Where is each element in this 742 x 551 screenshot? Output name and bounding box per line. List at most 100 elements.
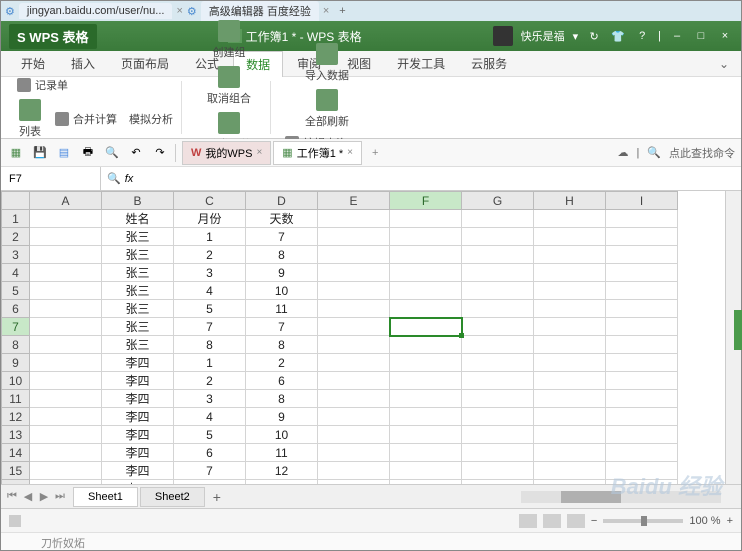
cell[interactable] [606, 444, 678, 462]
cell[interactable] [606, 282, 678, 300]
sheet-tab[interactable]: Sheet1 [73, 487, 138, 507]
cell[interactable] [318, 354, 390, 372]
cell[interactable]: 4 [174, 282, 246, 300]
side-tab[interactable] [734, 310, 742, 350]
cell[interactable] [390, 354, 462, 372]
refresh-all-button[interactable]: 全部刷新 [299, 87, 355, 131]
close-icon[interactable]: × [323, 5, 329, 17]
cell[interactable] [390, 480, 462, 485]
cell[interactable] [606, 480, 678, 485]
cell[interactable]: 12 [246, 462, 318, 480]
workbook-tab[interactable]: ▦ 工作簿1 * × [273, 141, 362, 165]
cell[interactable]: 8 [246, 336, 318, 354]
row-header[interactable]: 5 [2, 282, 30, 300]
cell[interactable] [606, 246, 678, 264]
open-button[interactable]: ▤ [55, 144, 73, 162]
cell[interactable]: 张三 [102, 246, 174, 264]
cell[interactable] [606, 426, 678, 444]
cell[interactable] [534, 372, 606, 390]
add-sheet-button[interactable]: + [205, 487, 229, 507]
menu-pagelayout[interactable]: 页面布局 [109, 51, 181, 76]
analyze-button[interactable]: 模拟分析 [125, 97, 177, 141]
cell[interactable]: 李四 [102, 462, 174, 480]
minimize-button[interactable]: – [669, 28, 685, 44]
cell[interactable] [534, 408, 606, 426]
cell[interactable] [30, 390, 102, 408]
cell[interactable]: 姓名 [102, 210, 174, 228]
cell[interactable] [390, 444, 462, 462]
cell[interactable] [534, 390, 606, 408]
cell[interactable] [30, 210, 102, 228]
cell-reference-box[interactable]: F7 [1, 167, 101, 190]
view-normal-button[interactable] [519, 514, 537, 528]
create-group-button[interactable]: 创建组 [207, 18, 252, 62]
add-tab-button[interactable]: + [364, 147, 386, 159]
cell[interactable]: 2 [246, 354, 318, 372]
cell[interactable] [30, 372, 102, 390]
cell[interactable]: 张三 [102, 318, 174, 336]
sync-icon[interactable]: ↻ [586, 28, 602, 44]
cell[interactable] [534, 246, 606, 264]
column-header[interactable]: F [390, 192, 462, 210]
cell[interactable] [318, 228, 390, 246]
cell[interactable]: 月份 [174, 210, 246, 228]
zoom-slider[interactable] [603, 519, 683, 523]
row-header[interactable]: 13 [2, 426, 30, 444]
row-header[interactable]: 8 [2, 336, 30, 354]
cell[interactable] [390, 390, 462, 408]
cell[interactable]: 9 [246, 264, 318, 282]
user-name[interactable]: 快乐是福 [521, 28, 565, 44]
cell[interactable]: 李四 [102, 480, 174, 485]
row-header[interactable]: 11 [2, 390, 30, 408]
column-header[interactable]: B [102, 192, 174, 210]
menu-devtools[interactable]: 开发工具 [385, 51, 457, 76]
cell[interactable] [390, 426, 462, 444]
cell[interactable] [390, 462, 462, 480]
cell[interactable]: 5 [174, 426, 246, 444]
cell[interactable] [462, 210, 534, 228]
cell[interactable]: 5 [174, 300, 246, 318]
cell[interactable] [318, 210, 390, 228]
view-page-button[interactable] [543, 514, 561, 528]
prev-sheet-button[interactable]: ◀ [21, 490, 35, 504]
spreadsheet-grid[interactable]: ABCDEFGHI1姓名月份天数2张三173张三284张三395张三4106张三… [1, 191, 741, 484]
cell[interactable] [30, 408, 102, 426]
column-header[interactable]: I [606, 192, 678, 210]
merge-calc-button[interactable]: 合并计算 [51, 97, 121, 141]
add-tab-button[interactable]: + [333, 5, 351, 17]
cell[interactable]: 张三 [102, 282, 174, 300]
cell[interactable] [534, 264, 606, 282]
cell[interactable] [390, 300, 462, 318]
cell[interactable] [462, 228, 534, 246]
cell[interactable] [30, 336, 102, 354]
cell[interactable]: 9 [246, 408, 318, 426]
column-header[interactable]: G [462, 192, 534, 210]
cell[interactable] [606, 336, 678, 354]
cell[interactable] [606, 300, 678, 318]
cell[interactable]: 张三 [102, 264, 174, 282]
cell[interactable]: 2 [174, 246, 246, 264]
cell[interactable] [534, 462, 606, 480]
cell[interactable] [318, 408, 390, 426]
cell[interactable] [534, 480, 606, 485]
list-button[interactable]: 列表 [13, 97, 47, 141]
cell[interactable] [534, 300, 606, 318]
cell[interactable] [462, 372, 534, 390]
cell[interactable]: 6 [246, 372, 318, 390]
sheet-tab[interactable]: Sheet2 [140, 487, 205, 507]
cell[interactable] [606, 318, 678, 336]
cell[interactable] [462, 354, 534, 372]
cell[interactable] [30, 354, 102, 372]
cell[interactable]: 8 [246, 246, 318, 264]
search-commands[interactable]: 点此查找命令 [669, 145, 735, 161]
save-button[interactable]: 💾 [31, 144, 49, 162]
help-icon[interactable]: ? [634, 28, 650, 44]
cell[interactable] [534, 228, 606, 246]
cell[interactable] [534, 444, 606, 462]
cell[interactable]: 7 [246, 318, 318, 336]
cell[interactable]: 李四 [102, 390, 174, 408]
cell[interactable]: 天数 [246, 210, 318, 228]
cell[interactable] [318, 462, 390, 480]
cell[interactable]: 李四 [102, 426, 174, 444]
cell[interactable]: 张三 [102, 228, 174, 246]
